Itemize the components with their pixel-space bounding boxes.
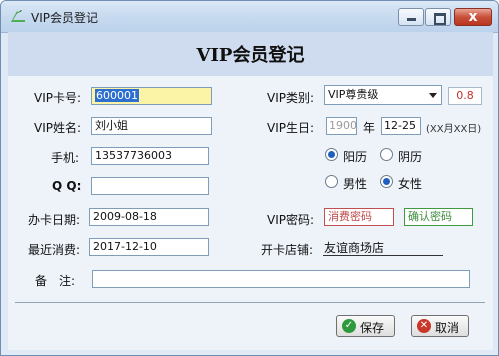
store-value: 友谊商场店 (324, 241, 385, 255)
chevron-down-icon (429, 93, 437, 98)
maximize-icon (434, 13, 446, 25)
remark-label: 备 注: (35, 274, 76, 288)
x-icon: ✕ (417, 319, 431, 333)
lunar-calendar-radio[interactable] (380, 148, 393, 161)
qq-input[interactable] (91, 177, 209, 195)
vip-type-label: VIP类别: (267, 91, 315, 105)
close-icon: x (468, 9, 478, 25)
footer-divider (15, 302, 485, 303)
vip-registration-window: VIP会员登记 x VIP会员登记 VIP卡号: 600001 VIP姓名: 刘… (0, 0, 499, 356)
app-logo-icon (11, 10, 25, 22)
male-radio[interactable] (325, 175, 338, 188)
birthday-label: VIP生日: (267, 121, 315, 135)
birth-month-day-input[interactable]: 12-25 (381, 117, 421, 135)
open-date-input[interactable]: 2009-08-18 (89, 208, 209, 226)
save-button[interactable]: ✓ 保存 (336, 315, 395, 337)
year-unit-label: 年 (363, 121, 376, 135)
minimize-icon (407, 18, 416, 21)
minimize-button[interactable] (398, 8, 424, 26)
confirm-password-input[interactable]: 确认密码 (404, 208, 473, 226)
remark-input[interactable] (92, 270, 470, 288)
card-no-label: VIP卡号: (34, 91, 82, 105)
title-bar[interactable]: VIP会员登记 x (1, 1, 498, 33)
last-spend-label: 最近消费: (28, 243, 81, 257)
cancel-button-label: 取消 (435, 321, 460, 335)
card-no-value: 600001 (95, 89, 139, 102)
cancel-button[interactable]: ✕ 取消 (411, 315, 469, 337)
store-label: 开卡店铺: (261, 243, 314, 257)
phone-label: 手机: (51, 151, 80, 165)
solar-calendar-label: 阳历 (343, 150, 368, 164)
password-input[interactable]: 消费密码 (324, 208, 394, 226)
check-icon: ✓ (342, 319, 356, 333)
form-header: VIP会员登记 (8, 32, 493, 76)
date-format-hint: (XX月XX日) (426, 124, 482, 135)
female-label: 女性 (398, 177, 423, 191)
maximize-button[interactable] (425, 8, 451, 26)
window-title: VIP会员登记 (31, 11, 98, 25)
close-button[interactable]: x (454, 8, 492, 26)
name-label: VIP姓名: (34, 121, 82, 135)
card-no-input[interactable]: 600001 (91, 87, 212, 105)
vip-type-select[interactable]: VIP尊贵级 (324, 85, 442, 105)
male-label: 男性 (343, 177, 368, 191)
last-spend-input[interactable]: 2017-12-10 (89, 238, 209, 256)
name-input[interactable]: 刘小姐 (91, 117, 212, 135)
form-title: VIP会员登记 (196, 45, 305, 66)
phone-input[interactable]: 13537736003 (91, 147, 209, 165)
open-date-label: 办卡日期: (28, 213, 81, 227)
save-button-label: 保存 (360, 321, 385, 335)
female-radio[interactable] (380, 175, 393, 188)
solar-calendar-radio[interactable] (325, 148, 338, 161)
birth-year-input[interactable]: 1900 (326, 117, 357, 135)
vip-type-value: VIP尊贵级 (328, 88, 379, 101)
discount-badge: 0.8 (448, 87, 482, 105)
store-underline (323, 255, 443, 256)
qq-label: Q Q: (52, 179, 82, 193)
password-label: VIP密码: (267, 213, 315, 227)
lunar-calendar-label: 阴历 (398, 150, 423, 164)
